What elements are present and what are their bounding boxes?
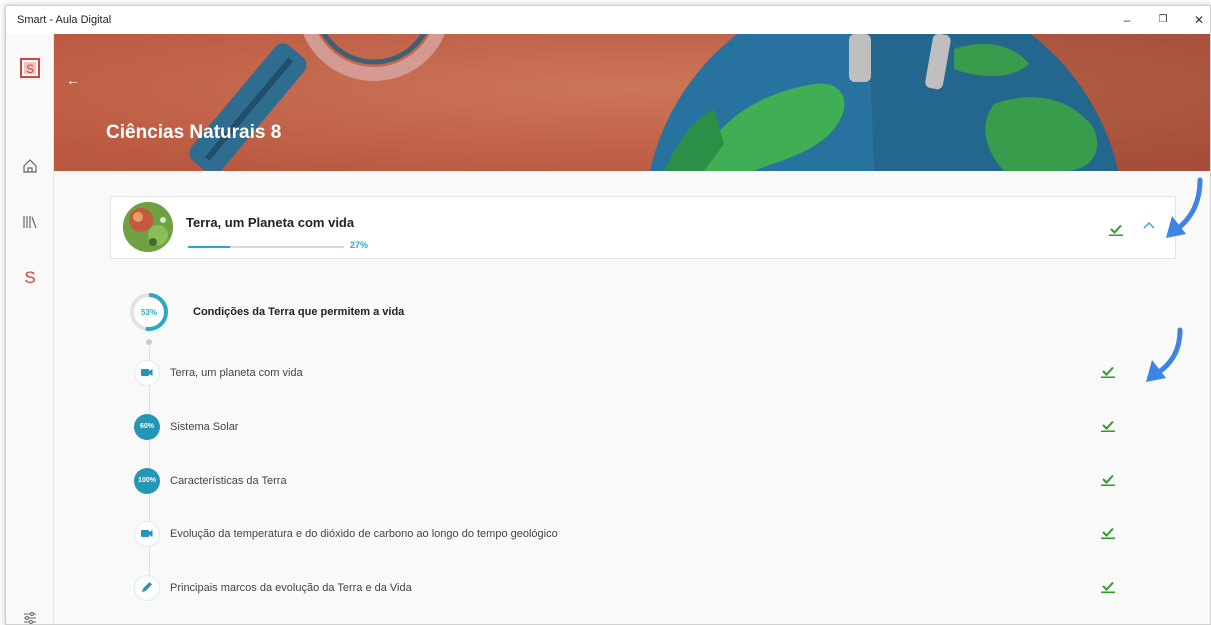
download-check-icon[interactable] [1101,473,1115,491]
video-icon [134,360,160,386]
unit-card[interactable]: Terra, um Planeta com vida 27% [110,196,1176,259]
lesson-percent-badge: 60% [134,414,160,440]
settings-sliders-icon[interactable] [20,608,40,624]
download-check-icon[interactable] [1109,223,1123,241]
restore-button[interactable]: ❐ [1146,8,1180,32]
lesson-label: Terra, um planeta com vida [170,367,303,379]
lesson-label: Principais marcos da evolução da Terra e… [170,582,412,594]
unit-thumbnail [123,202,173,252]
download-check-icon[interactable] [1101,580,1115,598]
title-bar: Smart - Aula Digital – ❐ ✕ [6,6,1210,34]
annotation-arrow-icon [1166,177,1203,238]
section-title: Condições da Terra que permitem a vida [193,306,405,318]
section-progress-ring: 53% [128,291,170,333]
minimize-button[interactable]: – [1110,8,1144,32]
course-title: Ciências Naturais 8 [106,122,282,143]
smart-s-icon[interactable]: S [20,267,40,287]
lesson-label: Evolução da temperatura e do dióxido de … [170,528,558,540]
app-window: Smart - Aula Digital – ❐ ✕ S S ← Ciência… [5,5,1211,625]
home-icon[interactable] [20,156,40,176]
unit-progress-bar [188,246,344,248]
lesson-item[interactable]: 100% Características da Terra [134,466,1134,496]
download-check-icon[interactable] [1101,526,1115,544]
lesson-label: Características da Terra [170,475,287,487]
content-area: Terra, um Planeta com vida 27% 53% Condi… [54,171,1210,624]
lesson-item[interactable]: Evolução da temperatura e do dióxido de … [134,519,1134,549]
lesson-label: Sistema Solar [170,421,239,433]
sidebar: S S [6,34,54,624]
app-logo[interactable]: S [20,58,40,78]
window-title: Smart - Aula Digital [17,14,112,26]
unit-title: Terra, um Planeta com vida [186,215,355,230]
back-button[interactable]: ← [66,72,80,88]
lesson-percent-badge: 100% [134,468,160,494]
unit-progress-label: 27% [350,240,369,250]
collapse-chevron-icon[interactable] [1142,219,1156,236]
library-icon[interactable] [20,212,40,232]
lesson-item[interactable]: 60% Sistema Solar [134,412,1134,442]
course-banner: ← Ciências Naturais 8 [54,34,1210,171]
pencil-icon [134,575,160,601]
download-check-icon[interactable] [1101,419,1115,437]
timeline-dot [146,339,152,345]
lesson-item[interactable]: Terra, um planeta com vida [134,358,1134,388]
svg-text:S: S [26,62,34,76]
section-progress-label: 53% [141,308,157,317]
annotation-arrow-icon [1146,327,1183,382]
download-check-icon[interactable] [1101,365,1115,383]
lesson-item[interactable]: Principais marcos da evolução da Terra e… [134,573,1134,603]
svg-text:S: S [24,268,35,287]
banner-illustration [54,34,1210,171]
video-icon [134,521,160,547]
close-button[interactable]: ✕ [1182,8,1210,32]
unit-progress-fill [188,246,231,248]
